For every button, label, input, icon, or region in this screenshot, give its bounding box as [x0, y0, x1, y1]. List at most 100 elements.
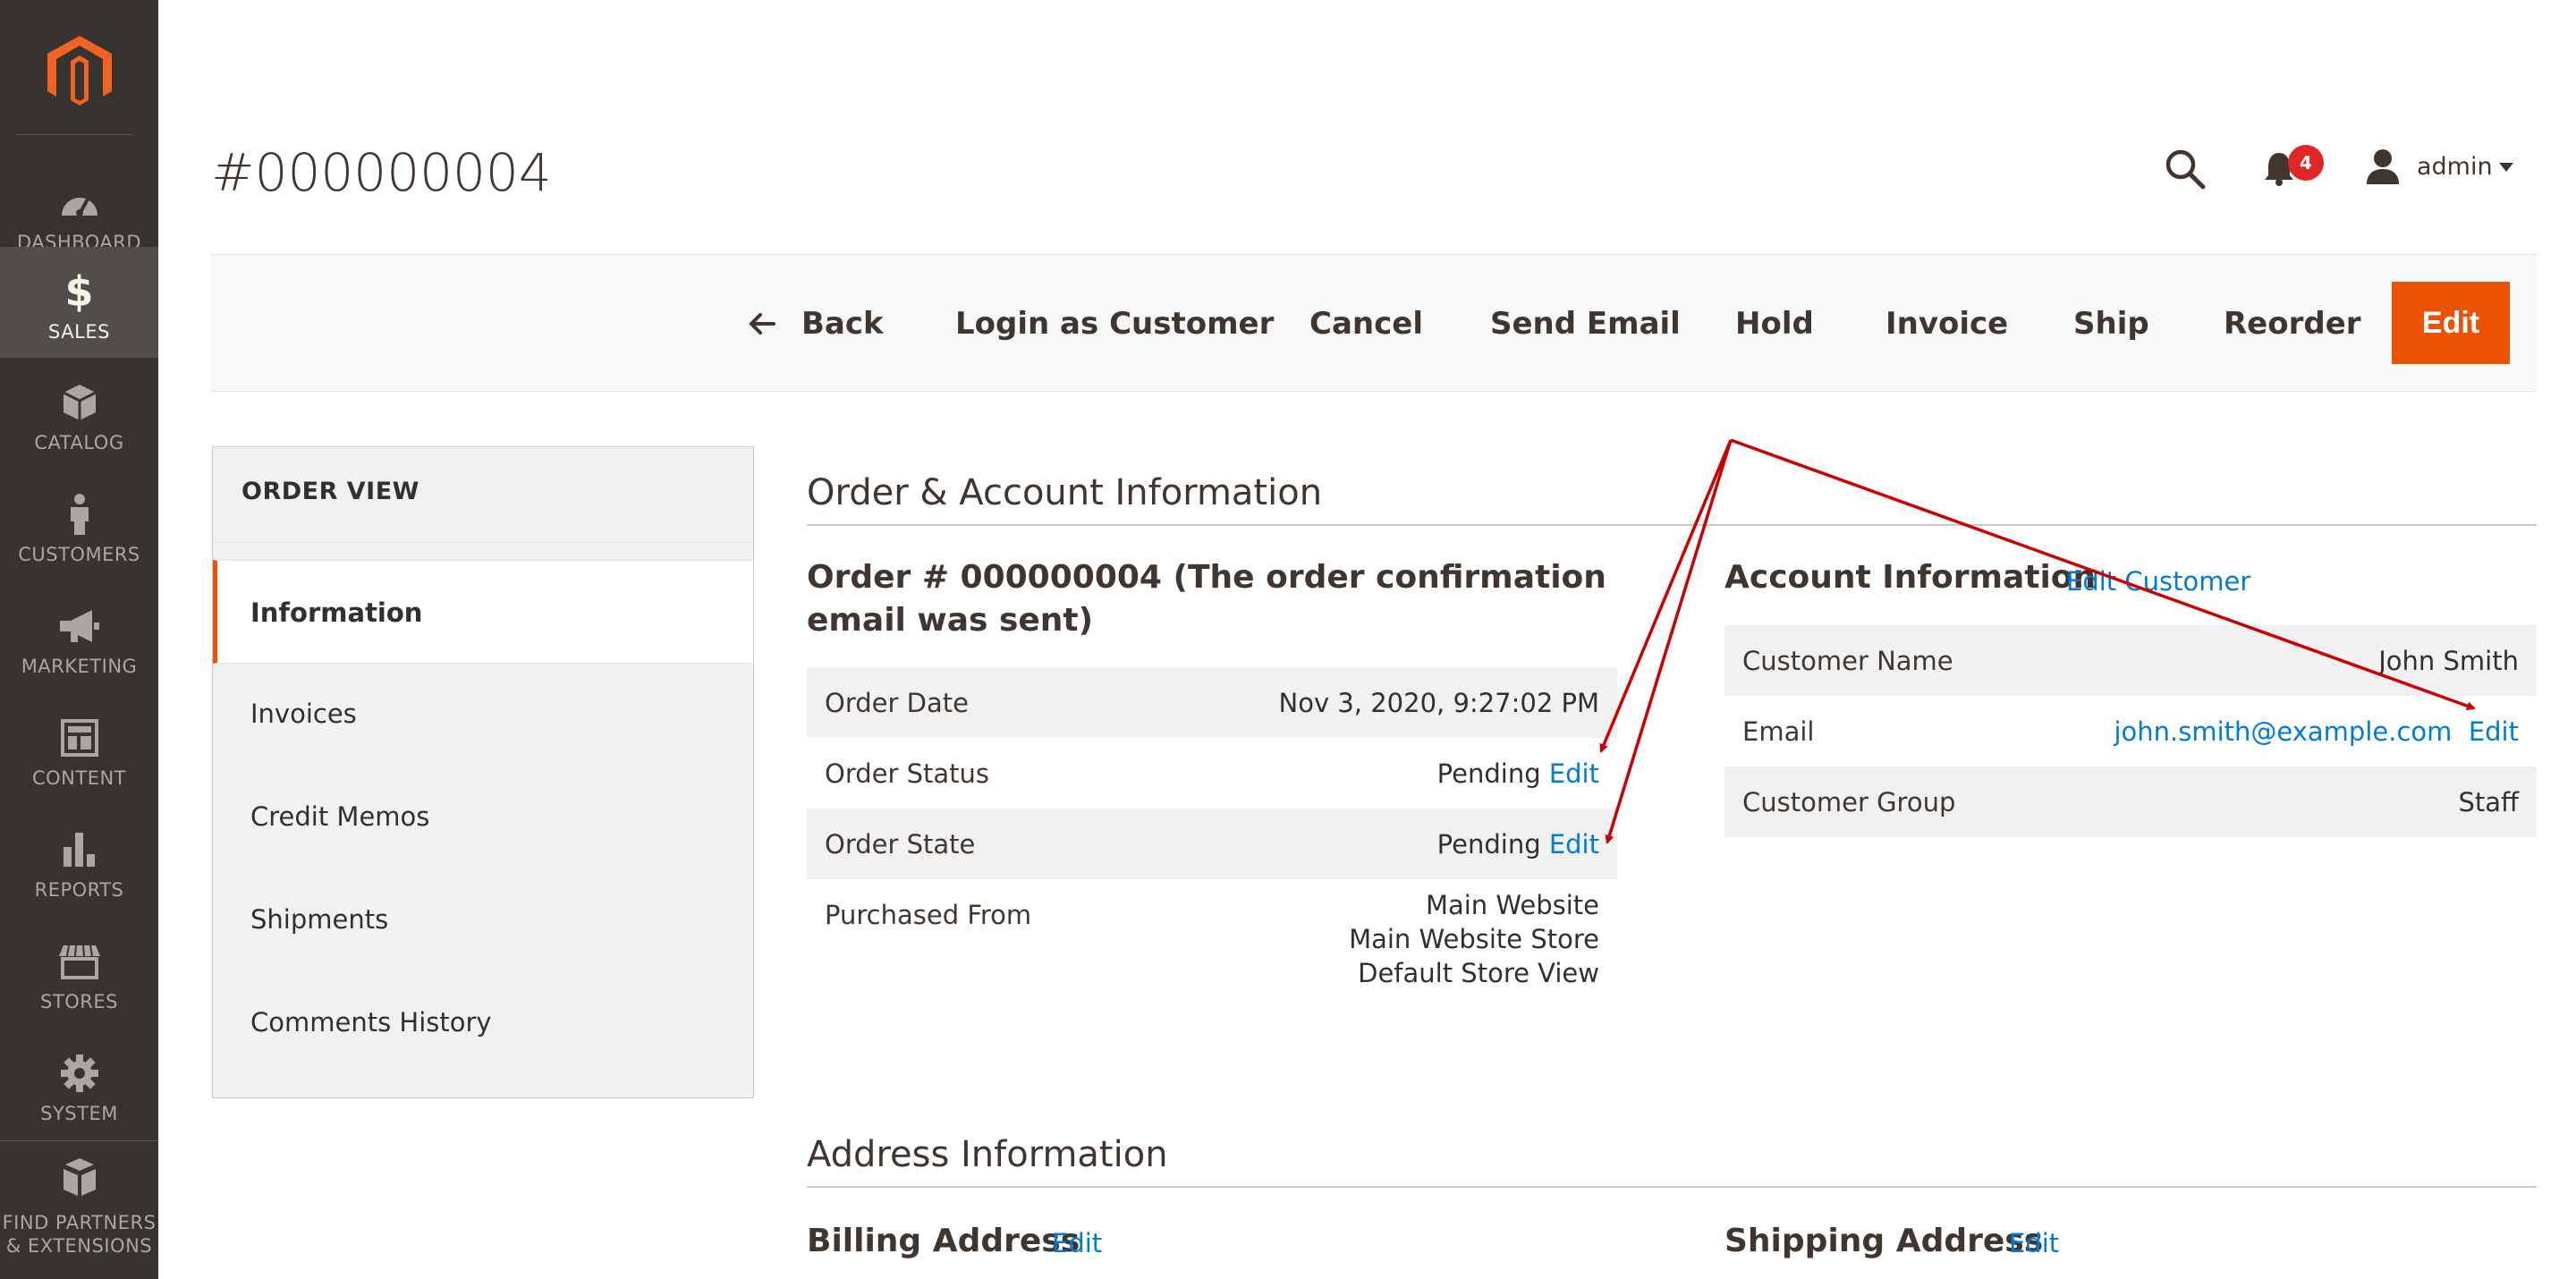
annotation-arrow	[1605, 439, 1733, 844]
customer-group-value: Staff	[2458, 787, 2519, 817]
sidebar-item-system[interactable]: SYSTEM	[0, 1029, 158, 1139]
person-icon	[0, 493, 158, 536]
order-date-label: Order Date	[825, 688, 969, 718]
sidebar-item-label: REPORTS	[34, 879, 124, 901]
ship-button[interactable]: Ship	[2073, 304, 2149, 343]
bar-chart-icon	[0, 828, 158, 871]
table-row: Order State Pending Edit	[807, 809, 1617, 879]
sidebar-item-label: CATALOG	[34, 432, 124, 453]
website-name: Main Website	[1425, 890, 1599, 920]
sidebar-item-label: SYSTEM	[40, 1103, 118, 1124]
sidebar-item-sales[interactable]: $ SALES	[0, 247, 158, 358]
dashboard-icon	[0, 181, 158, 224]
global-search-button[interactable]	[2165, 148, 2206, 193]
cube-icon	[0, 381, 158, 424]
store-view-name: Default Store View	[1358, 958, 1599, 988]
magento-logo[interactable]	[0, 0, 158, 134]
tab-label: Invoices	[250, 699, 357, 729]
table-row: Email john.smith@example.com Edit	[1724, 696, 2537, 767]
table-row: Customer Group Staff	[1724, 767, 2537, 837]
edit-email-link[interactable]: Edit	[2469, 716, 2519, 747]
edit-order-state-link[interactable]: Edit	[1549, 829, 1599, 860]
arrow-left-icon	[749, 313, 775, 335]
user-avatar-icon	[2367, 149, 2399, 184]
order-status-label: Order Status	[825, 758, 990, 789]
invoice-button[interactable]: Invoice	[1885, 304, 2008, 343]
reorder-button[interactable]: Reorder	[2224, 304, 2361, 343]
dollar-icon: $	[64, 267, 94, 316]
search-icon	[2165, 149, 2206, 190]
megaphone-icon	[0, 605, 158, 648]
tabs-title: ORDER VIEW	[242, 478, 419, 505]
edit-order-button[interactable]: Edit	[2392, 282, 2510, 364]
purchased-from-label: Purchased From	[825, 900, 1032, 930]
sidebar-item-label-line: FIND PARTNERS	[2, 1212, 157, 1233]
cancel-order-button[interactable]: Cancel	[1309, 304, 1423, 343]
purchased-from-value: Main Website Main Website Store Default …	[1349, 888, 1599, 990]
tab-label: Shipments	[250, 904, 389, 935]
notification-count-badge: 4	[2288, 145, 2324, 181]
login-as-customer-button[interactable]: Login as Customer	[955, 304, 1274, 343]
sidebar-item-marketing[interactable]: MARKETING	[0, 581, 158, 692]
email-label: Email	[1742, 716, 1815, 747]
sidebar-divider	[0, 1140, 158, 1141]
tab-shipments[interactable]: Shipments	[213, 868, 753, 971]
sidebar-item-label: MARKETING	[21, 656, 138, 677]
customer-name-link[interactable]: John Smith	[2378, 645, 2519, 677]
table-row: Purchased From Main Website Main Website…	[807, 879, 1617, 1004]
sidebar-item-label: FIND PARTNERS & EXTENSIONS	[0, 1211, 158, 1258]
email-value: john.smith@example.com Edit	[2114, 716, 2519, 748]
order-status-text: Pending	[1436, 758, 1541, 789]
storefront-icon	[0, 940, 158, 983]
tab-information[interactable]: Information	[213, 560, 753, 664]
table-row: Customer Name John Smith	[1724, 625, 2537, 696]
section-title-address: Address Information	[807, 1134, 1168, 1175]
section-divider	[807, 524, 2537, 526]
order-state-value: Pending Edit	[1437, 828, 1599, 860]
table-row: Order Status Pending Edit	[807, 738, 1617, 809]
sidebar-divider	[16, 134, 132, 135]
tab-credit-memos[interactable]: Credit Memos	[213, 765, 753, 868]
table-row: Order Date Nov 3, 2020, 9:27:02 PM	[807, 667, 1617, 738]
back-button[interactable]: Back	[801, 304, 884, 343]
sidebar-item-stores[interactable]: STORES	[0, 917, 158, 1028]
tab-invoices[interactable]: Invoices	[213, 662, 753, 766]
sidebar-item-find-partners[interactable]: FIND PARTNERS & EXTENSIONS	[0, 1154, 158, 1261]
order-state-label: Order State	[825, 829, 976, 860]
sidebar-item-label: SALES	[48, 321, 110, 343]
section-divider	[807, 1186, 2537, 1188]
tab-label: Information	[250, 597, 423, 628]
account-info-title: Account Information	[1724, 559, 2097, 596]
sidebar-item-label: STORES	[40, 991, 118, 1012]
sidebar-item-label: CONTENT	[31, 767, 127, 789]
edit-customer-link[interactable]: Edit Customer	[2066, 565, 2250, 597]
order-info-title: Order # 000000004 (The order confirmatio…	[807, 559, 1606, 639]
tab-label: Comments History	[250, 1007, 492, 1038]
sidebar-item-customers[interactable]: CUSTOMERS	[0, 470, 158, 580]
chevron-down-icon[interactable]	[2499, 163, 2513, 172]
edit-billing-address-link[interactable]: Edit	[1052, 1227, 1102, 1259]
customer-name-label: Customer Name	[1742, 646, 1953, 676]
page-title: #000000004	[211, 142, 552, 203]
layout-icon	[0, 716, 158, 759]
order-date-value: Nov 3, 2020, 9:27:02 PM	[1278, 688, 1599, 718]
sidebar-item-content[interactable]: CONTENT	[0, 693, 158, 804]
edit-shipping-address-link[interactable]: Edit	[2009, 1227, 2059, 1259]
send-email-button[interactable]: Send Email	[1490, 304, 1681, 343]
order-status-value: Pending Edit	[1437, 758, 1599, 790]
edit-order-status-link[interactable]: Edit	[1549, 758, 1599, 789]
tab-label: Credit Memos	[250, 801, 430, 832]
gear-icon	[0, 1052, 158, 1095]
boxes-icon	[0, 1156, 158, 1199]
annotation-arrow	[1599, 439, 1733, 753]
hold-button[interactable]: Hold	[1735, 304, 1814, 343]
sidebar-item-catalog[interactable]: CATALOG	[0, 358, 158, 469]
sidebar-item-label-line: & EXTENSIONS	[5, 1235, 153, 1257]
sidebar-item-label: CUSTOMERS	[18, 544, 140, 565]
customer-email-link[interactable]: john.smith@example.com	[2114, 716, 2452, 747]
user-menu-label[interactable]: admin	[2417, 152, 2493, 182]
sidebar-item-reports[interactable]: REPORTS	[0, 805, 158, 916]
page-actions-toolbar: Back Login as Customer Cancel Send Email…	[211, 254, 2537, 392]
tab-comments-history[interactable]: Comments History	[213, 970, 753, 1074]
user-icon[interactable]	[2365, 148, 2401, 188]
